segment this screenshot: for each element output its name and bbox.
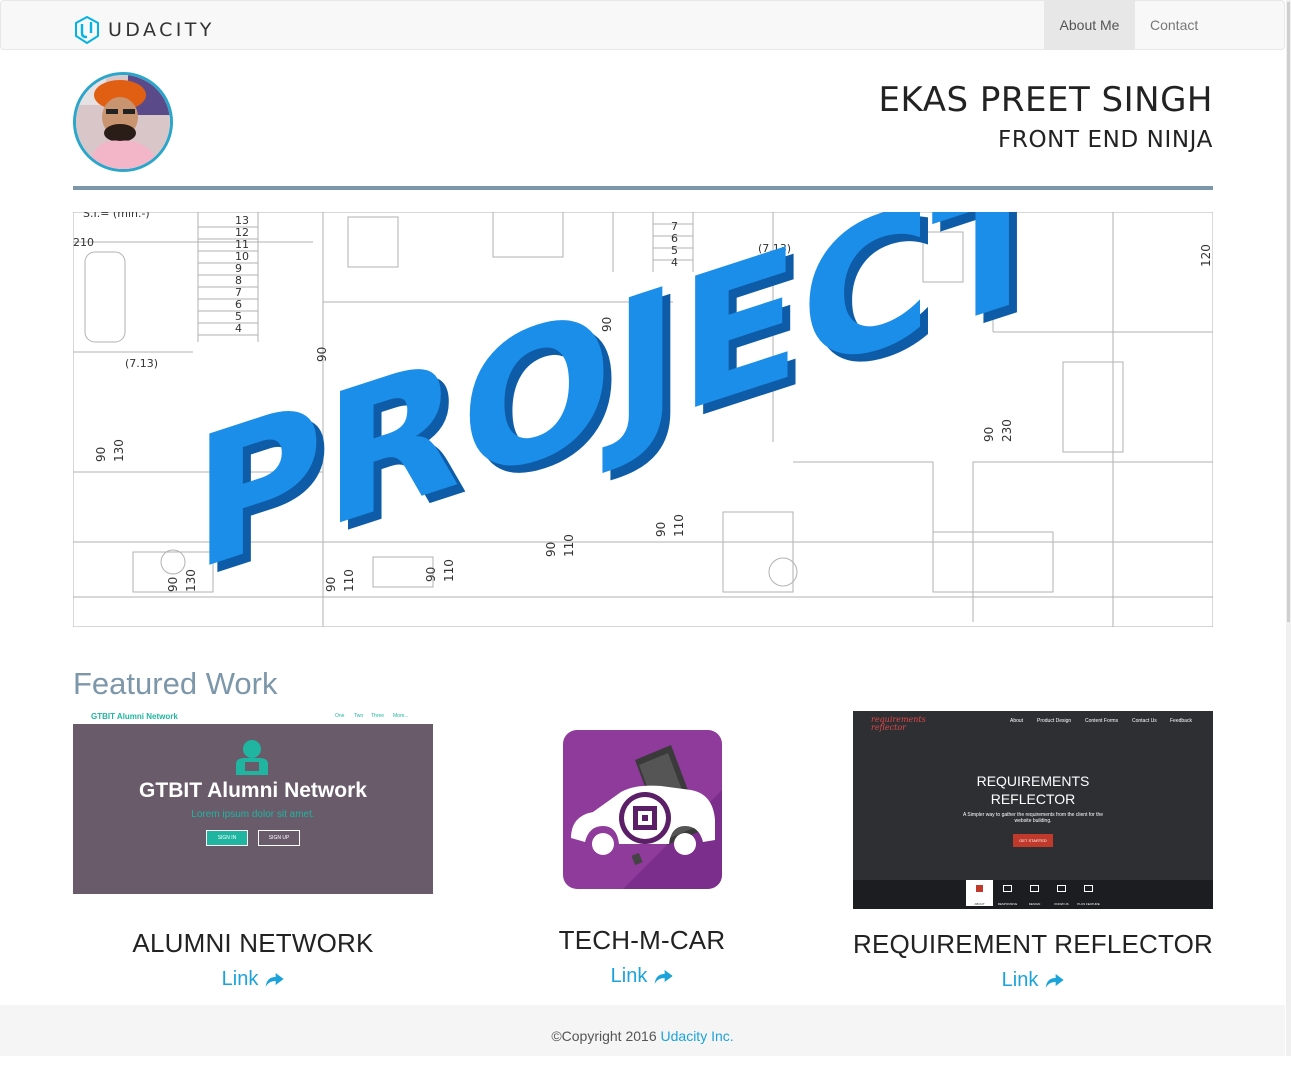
footer-company-link[interactable]: Udacity Inc. xyxy=(661,1028,734,1044)
reflector-tagline-2: website building. xyxy=(1014,818,1052,824)
monitor-icon xyxy=(1084,885,1093,892)
scrollbar-thumb[interactable] xyxy=(1287,2,1290,622)
reflector-tab-design[interactable]: DESIGN xyxy=(1021,880,1048,909)
svg-text:PROJECT: PROJECT xyxy=(193,212,1053,613)
navbar: UDACITY About Me Contact xyxy=(0,0,1285,50)
alumni-tagline: Lorem ipsum dolor sit amet. xyxy=(191,809,315,820)
reflector-nav-content-forms[interactable]: Content Forms xyxy=(1085,718,1118,724)
svg-text:120: 120 xyxy=(1199,244,1213,267)
svg-text:210: 210 xyxy=(73,236,94,249)
reflector-nav-product-design[interactable]: Product Design xyxy=(1037,718,1071,724)
footer: ©Copyright 2016 Udacity Inc. xyxy=(0,1005,1285,1056)
project-link-tech-m-car[interactable]: Link xyxy=(611,965,674,988)
project-title-alumni: ALUMNI NETWORK xyxy=(132,928,374,958)
svg-text:90: 90 xyxy=(544,542,558,557)
svg-text:(7.13): (7.13) xyxy=(125,357,158,370)
svg-text:90: 90 xyxy=(94,447,108,462)
hero-image: 13 12 11 10 9 8 765 4 765 4 210 (7.13) (7.13… xyxy=(73,212,1213,627)
project-thumb-requirement-reflector[interactable]: requirements reflector About Product Des… xyxy=(853,711,1213,909)
svg-text:110: 110 xyxy=(562,534,576,557)
udacity-logo-icon xyxy=(75,16,99,44)
car-chip-icon xyxy=(571,745,722,889)
project-link-label: Link xyxy=(610,965,648,987)
avatar xyxy=(73,72,173,172)
alumni-heading: GTBIT Alumni Network xyxy=(139,779,367,802)
alumni-signin-button[interactable]: SIGN IN xyxy=(206,830,248,846)
svg-text:110: 110 xyxy=(442,559,456,582)
nav-links: About Me Contact xyxy=(1044,1,1214,51)
share-arrow-icon xyxy=(654,969,673,984)
project-link-label: Link xyxy=(221,968,259,990)
alumni-nav-three[interactable]: Three xyxy=(371,713,384,719)
svg-text:4: 4 xyxy=(235,322,242,335)
reflector-tab-bar: ABOUT RESPONSIVE DESIGN KNOW US PLUS FEA… xyxy=(853,880,1213,909)
monitor-icon xyxy=(1030,885,1039,892)
project-link-requirement-reflector[interactable]: Link xyxy=(1002,969,1065,992)
svg-text:90: 90 xyxy=(424,567,438,582)
hero-blueprint-illustration: 131211 1098 765 4 765 4 210 (7.13) (7.13… xyxy=(73,212,1213,627)
alumni-brand: GTBIT Alumni Network xyxy=(91,712,178,721)
graduate-icon xyxy=(236,740,268,775)
reflector-get-started-button[interactable]: GET STARTED xyxy=(1013,834,1053,847)
reflector-nav-about[interactable]: About xyxy=(1010,718,1023,724)
project-thumb-alumni[interactable]: GTBIT Alumni Network One Two Three More.… xyxy=(73,710,433,894)
brand-logo[interactable]: UDACITY xyxy=(75,16,215,44)
svg-text:230: 230 xyxy=(1000,419,1014,442)
project-link-alumni[interactable]: Link xyxy=(222,968,285,991)
reflector-heading-1: REQUIREMENTS xyxy=(976,773,1090,789)
svg-text:130: 130 xyxy=(112,439,126,462)
alumni-nav-one[interactable]: One xyxy=(335,713,344,719)
project-title-requirement-reflector: REQUIREMENT REFLECTOR xyxy=(852,929,1214,959)
footer-copyright: ©Copyright 2016 xyxy=(551,1028,657,1044)
share-arrow-icon xyxy=(1045,973,1064,988)
alumni-nav-more[interactable]: More... xyxy=(393,713,409,719)
svg-text:110: 110 xyxy=(672,514,686,537)
reflector-nav-contact-us[interactable]: Contact Us xyxy=(1132,718,1157,724)
project-thumb-tech-m-car[interactable] xyxy=(563,730,722,889)
alumni-signup-button[interactable]: SIGN UP xyxy=(258,830,300,846)
reflector-tab-plus-feature[interactable]: PLUS FEATURE xyxy=(1075,880,1102,909)
alumni-hero: GTBIT Alumni Network Lorem ipsum dolor s… xyxy=(73,724,433,894)
reflector-tab-about[interactable]: ABOUT xyxy=(966,880,993,906)
monitor-icon xyxy=(1057,885,1066,892)
monitor-icon xyxy=(1003,885,1012,892)
svg-text:90: 90 xyxy=(166,577,180,592)
share-arrow-icon xyxy=(265,972,284,987)
nav-link-contact[interactable]: Contact xyxy=(1135,1,1214,50)
alumni-navbar: GTBIT Alumni Network One Two Three More.… xyxy=(73,710,433,724)
alumni-nav-two[interactable]: Two xyxy=(354,713,363,719)
home-icon xyxy=(976,885,983,892)
nav-link-about-me[interactable]: About Me xyxy=(1044,1,1135,50)
reflector-nav-feedback[interactable]: Feedback xyxy=(1170,718,1192,724)
reflector-logo: requirements reflector xyxy=(871,715,926,732)
svg-text:S.I.= (min.-): S.I.= (min.-) xyxy=(83,212,150,220)
reflector-tab-responsive[interactable]: RESPONSIVE xyxy=(994,880,1021,909)
job-title: FRONT END NINJA xyxy=(998,127,1213,153)
svg-text:90: 90 xyxy=(982,427,996,442)
brand-text: UDACITY xyxy=(108,19,215,41)
project-link-label: Link xyxy=(1001,969,1039,991)
featured-work-heading: Featured Work xyxy=(73,666,278,701)
svg-text:90: 90 xyxy=(654,522,668,537)
reflector-tab-know-us[interactable]: KNOW US xyxy=(1048,880,1075,909)
header-divider xyxy=(73,186,1213,190)
project-title-tech-m-car: TECH-M-CAR xyxy=(558,925,726,955)
profile-photo xyxy=(76,75,170,169)
reflector-heading-2: REFLECTOR xyxy=(990,791,1076,807)
person-name: EKAS PREET SINGH xyxy=(878,80,1213,120)
